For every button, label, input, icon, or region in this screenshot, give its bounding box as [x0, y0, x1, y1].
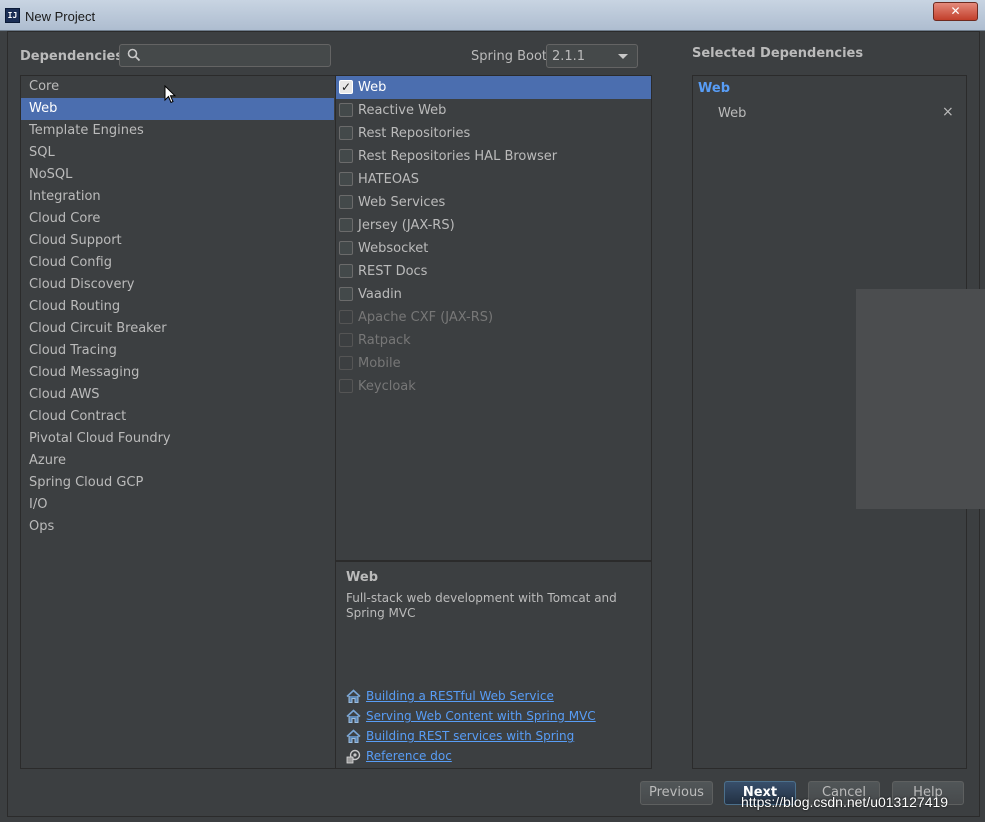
dependency-label: Apache CXF (JAX-RS) [358, 310, 494, 325]
category-item[interactable]: Spring Cloud GCP [21, 472, 334, 494]
dependency-label: Ratpack [358, 333, 411, 348]
dependency-item[interactable]: Rest Repositories [336, 122, 651, 145]
checkbox-icon[interactable] [339, 264, 353, 278]
window-close-button[interactable]: ✕ [933, 2, 978, 21]
checkbox-icon [339, 310, 353, 324]
category-list: Core Web Template Engines SQL NoSQL Integrati… [20, 75, 335, 769]
intellij-app-icon: IJ [5, 8, 20, 23]
dependency-search-input[interactable] [119, 44, 331, 67]
chevron-down-icon [618, 54, 628, 59]
description-title: Web [346, 570, 378, 585]
checkbox-icon [339, 379, 353, 393]
watermark-text: https://blog.csdn.net/u013127419 [741, 794, 949, 810]
search-icon [127, 48, 141, 62]
selected-group-title: Web [698, 81, 730, 96]
dependency-label: Websocket [358, 241, 429, 256]
category-item[interactable]: I/O [21, 494, 334, 516]
mouse-cursor-icon [164, 85, 176, 104]
category-item[interactable]: Cloud Support [21, 230, 334, 252]
dependency-item[interactable]: HATEOAS [336, 168, 651, 191]
dependency-label: Reactive Web [358, 103, 447, 118]
checkbox-icon[interactable] [339, 126, 353, 140]
checkbox-icon[interactable] [339, 149, 353, 163]
remove-dependency-icon[interactable]: × [942, 104, 954, 120]
dependency-label: Jersey (JAX-RS) [358, 218, 455, 233]
dependency-label: Rest Repositories HAL Browser [358, 149, 558, 164]
checkbox-icon[interactable] [339, 218, 353, 232]
window-titlebar: IJ New Project ✕ [0, 0, 985, 31]
dependency-label: REST Docs [358, 264, 428, 279]
scrollbar-track [856, 289, 985, 509]
category-item[interactable]: Cloud Tracing [21, 340, 334, 362]
dependency-item: Keycloak [336, 375, 651, 398]
dependencies-label: Dependencies [20, 49, 124, 64]
dependency-item[interactable]: Rest Repositories HAL Browser [336, 145, 651, 168]
category-item[interactable]: Integration [21, 186, 334, 208]
dependency-item[interactable]: ✓ Web [336, 76, 651, 99]
category-item[interactable]: Azure [21, 450, 334, 472]
checkbox-icon[interactable] [339, 287, 353, 301]
spring-boot-label: Spring Boot [471, 49, 548, 64]
reference-doc-link[interactable]: Reference doc [366, 749, 452, 763]
category-item[interactable]: Cloud Config [21, 252, 334, 274]
category-item[interactable]: Cloud Discovery [21, 274, 334, 296]
description-text: Full-stack web development with Tomcat a… [346, 591, 617, 620]
spring-boot-version-select[interactable]: 2.1.1 [546, 44, 638, 68]
dependency-item[interactable]: Websocket [336, 237, 651, 260]
dependency-label: Rest Repositories [358, 126, 471, 141]
selected-dependencies-label: Selected Dependencies [692, 46, 864, 61]
selected-dependency-item: Web [718, 106, 747, 121]
dependency-item[interactable]: Web Services [336, 191, 651, 214]
dependency-label: Keycloak [358, 379, 416, 394]
home-icon [346, 689, 361, 703]
dependency-label: Web Services [358, 195, 446, 210]
guide-link[interactable]: Building a RESTful Web Service [366, 689, 554, 703]
dependency-item[interactable]: Jersey (JAX-RS) [336, 214, 651, 237]
checkbox-icon [339, 356, 353, 370]
dependency-item: Apache CXF (JAX-RS) [336, 306, 651, 329]
checkbox-icon [339, 333, 353, 347]
dependency-item[interactable]: Reactive Web [336, 99, 651, 122]
checkbox-icon[interactable] [339, 172, 353, 186]
dependency-item[interactable]: Vaadin [336, 283, 651, 306]
checkbox-icon[interactable] [339, 241, 353, 255]
dependency-item[interactable]: REST Docs [336, 260, 651, 283]
dependency-label: HATEOAS [358, 172, 419, 187]
category-item[interactable]: Cloud AWS [21, 384, 334, 406]
dependency-item: Mobile [336, 352, 651, 375]
category-item[interactable]: Cloud Messaging [21, 362, 334, 384]
dependency-list: ✓ Web Reactive Web Rest Repositories Rest Re… [335, 75, 652, 561]
home-icon [346, 709, 361, 723]
window-title: New Project [25, 9, 96, 24]
category-item[interactable]: Cloud Circuit Breaker [21, 318, 334, 340]
dependency-label: Vaadin [358, 287, 402, 302]
category-item[interactable]: Cloud Core [21, 208, 334, 230]
dependency-label: Web [358, 80, 387, 95]
dependency-description-panel: Web Full-stack web development with Tomc… [335, 561, 652, 769]
category-item[interactable]: SQL [21, 142, 334, 164]
dependency-item: Ratpack [336, 329, 651, 352]
checkbox-checked-icon[interactable]: ✓ [339, 80, 353, 94]
dependency-label: Mobile [358, 356, 401, 371]
category-item[interactable]: Cloud Routing [21, 296, 334, 318]
previous-button[interactable]: Previous [640, 781, 713, 805]
category-item[interactable]: NoSQL [21, 164, 334, 186]
category-item[interactable]: Core [21, 76, 334, 98]
guide-link[interactable]: Building REST services with Spring [366, 729, 574, 743]
home-icon [346, 729, 361, 743]
guide-link[interactable]: Serving Web Content with Spring MVC [366, 709, 596, 723]
category-item[interactable]: Web [21, 98, 334, 120]
category-item[interactable]: Pivotal Cloud Foundry [21, 428, 334, 450]
category-item[interactable]: Cloud Contract [21, 406, 334, 428]
spring-boot-version-value: 2.1.1 [552, 49, 586, 64]
checkbox-icon[interactable] [339, 195, 353, 209]
category-item[interactable]: Template Engines [21, 120, 334, 142]
checkbox-icon[interactable] [339, 103, 353, 117]
category-item[interactable]: Ops [21, 516, 334, 538]
reference-doc-icon [346, 749, 361, 764]
